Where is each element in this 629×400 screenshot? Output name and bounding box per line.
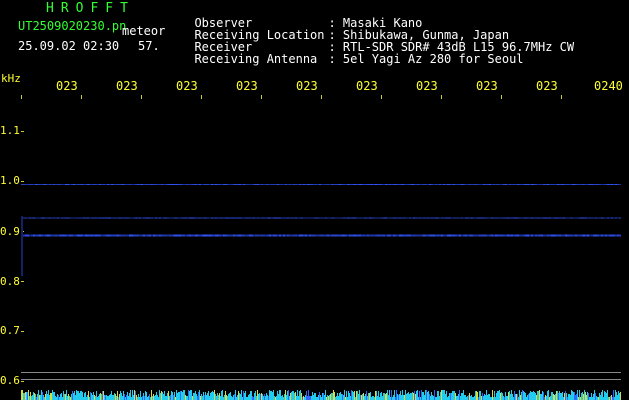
meta-antenna: Receiving Antenna : 5el Yagi Az 280 for S… — [180, 41, 524, 66]
freq-tick-label: 1.0 — [0, 174, 20, 187]
reference-line — [21, 372, 621, 373]
file-name: UT2509020230.pn — [18, 19, 127, 33]
meta-value: : 5el Yagi Az 280 for Seoul — [328, 52, 524, 66]
time-tick-label: 023 — [536, 79, 558, 93]
reference-line — [21, 379, 621, 380]
time-tick-label: 023 — [356, 79, 378, 93]
time-tick-mark — [261, 95, 262, 99]
signal-line — [21, 234, 621, 237]
app-title: HROFFT — [46, 1, 135, 16]
time-tick-mark — [381, 95, 382, 99]
spectrogram-plot — [21, 95, 621, 400]
freq-tick-mark — [21, 331, 24, 332]
time-tick-label: 023 — [176, 79, 198, 93]
meteor-label: meteor — [122, 24, 166, 38]
freq-tick-label: 0.9 — [0, 225, 20, 238]
meta-label: Receiving Antenna — [194, 52, 318, 66]
freq-tick-label: 0.7 — [0, 324, 20, 337]
freq-tick-mark — [21, 381, 24, 382]
freq-tick-label: 1.1 — [0, 124, 20, 137]
freq-tick-mark — [21, 181, 24, 182]
meteor-count: 57. — [138, 39, 160, 53]
datetime: 25.09.02 02:30 — [18, 39, 120, 53]
time-tick-mark — [321, 95, 322, 99]
freq-tick-mark — [21, 281, 24, 282]
time-tick-mark — [201, 95, 202, 99]
time-tick-mark — [81, 95, 82, 99]
time-tick-label: 023 — [56, 79, 78, 93]
freq-tick-label: 0.6 — [0, 374, 20, 387]
freq-tick-mark — [21, 131, 24, 132]
time-tick-mark — [141, 95, 142, 99]
noise-band — [21, 216, 23, 276]
time-tick-mark — [441, 95, 442, 99]
time-tick-label: 023 — [296, 79, 318, 93]
unit-label: kHz — [1, 72, 21, 85]
time-tick-mark — [21, 95, 22, 99]
signal-line — [21, 184, 621, 185]
time-tick-label: 023 — [236, 79, 258, 93]
signal-line — [21, 217, 621, 219]
time-tick-mark — [561, 95, 562, 99]
freq-tick-label: 0.8 — [0, 275, 20, 288]
time-tick-label: 023 — [476, 79, 498, 93]
time-tick-label: 023 — [116, 79, 138, 93]
time-tick-label: 0240 — [594, 79, 623, 93]
spectrum-noise-strip — [21, 390, 621, 400]
time-tick-label: 023 — [416, 79, 438, 93]
time-tick-mark — [501, 95, 502, 99]
spectrogram-canvas — [21, 95, 621, 400]
